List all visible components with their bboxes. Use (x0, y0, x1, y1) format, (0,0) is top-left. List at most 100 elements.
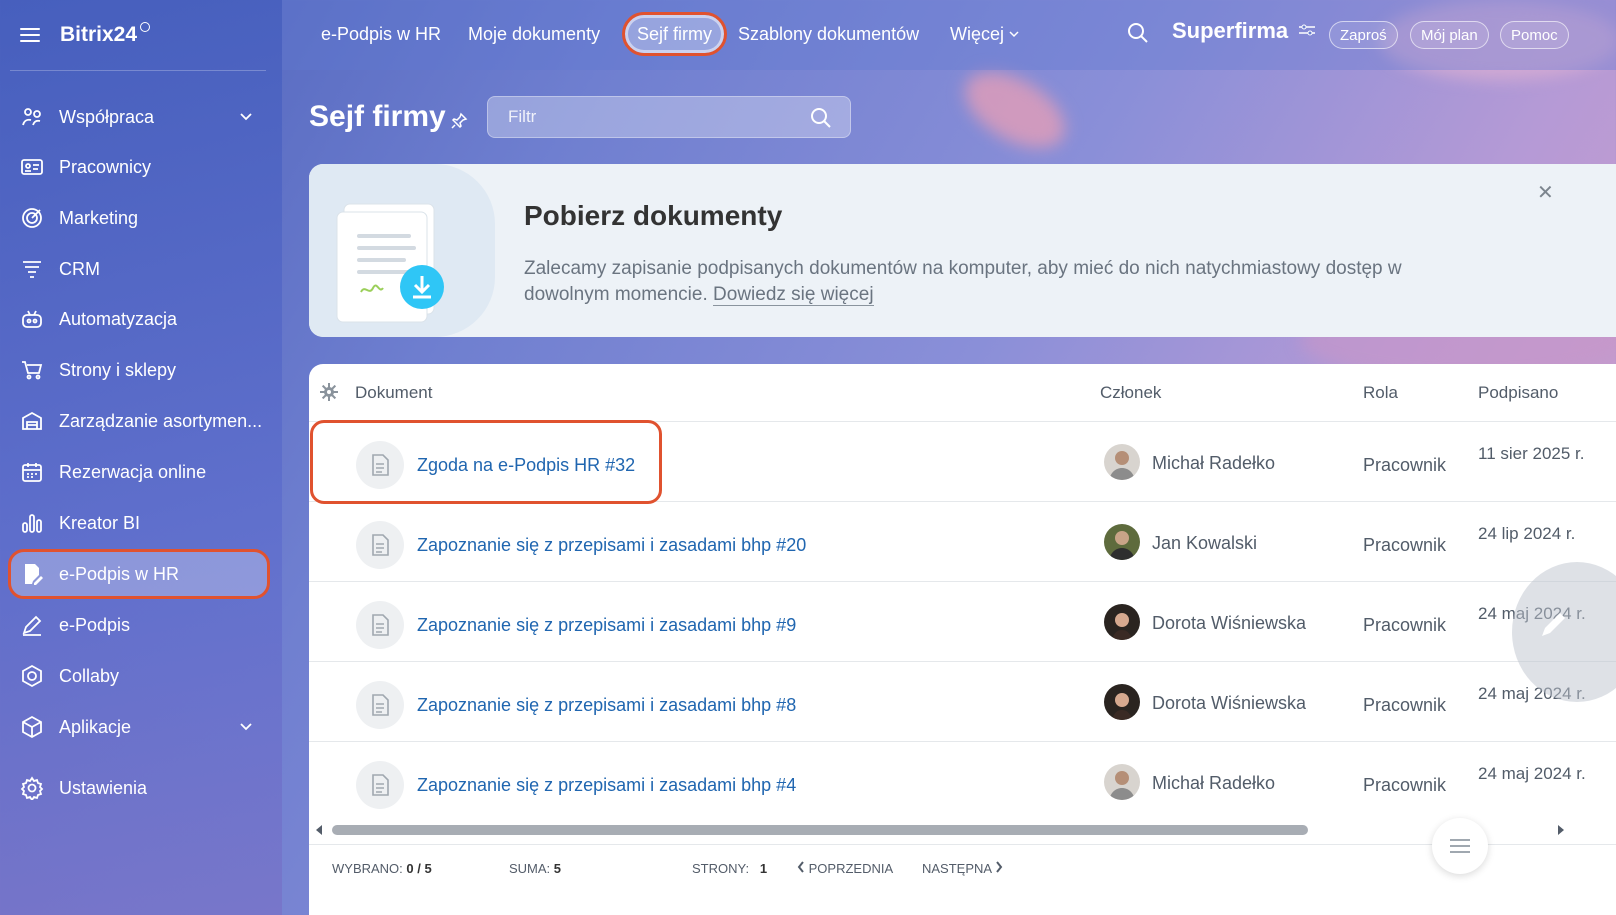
table-row[interactable]: Zapoznanie się z przepisami i zasadami b… (309, 662, 1616, 742)
search-icon[interactable] (810, 107, 832, 134)
sidebar-item-epodpis-hr[interactable]: e-Podpis w HR (8, 549, 270, 599)
filter-input[interactable] (488, 97, 850, 137)
pages-label: STRONY: (692, 861, 750, 876)
document-icon (356, 761, 404, 809)
robot-icon (19, 306, 45, 332)
invite-button[interactable]: Zaproś (1329, 21, 1398, 49)
sidebar-item-ustawienia[interactable]: Ustawienia (10, 765, 268, 811)
selected-value: 0 / 5 (406, 861, 432, 876)
role: Pracownik (1363, 695, 1447, 715)
tab-wiecej-label: Więcej (950, 23, 1005, 44)
selected-label: WYBRANO: (332, 861, 403, 876)
prev-page-button[interactable]: POPRZEDNIA (797, 861, 893, 876)
document-link[interactable]: Zapoznanie się z przepisami i zasadami b… (417, 615, 796, 636)
gear-icon[interactable] (320, 383, 338, 406)
cube-icon (19, 714, 45, 740)
sidebar-item-label: Kreator BI (59, 512, 141, 533)
tab-moje-dokumenty[interactable]: Moje dokumenty (456, 12, 612, 56)
search-icon[interactable] (1127, 22, 1149, 49)
member-name[interactable]: Michał Radełko (1152, 453, 1275, 474)
funnel-icon (19, 256, 45, 282)
close-icon[interactable]: ✕ (1537, 180, 1554, 205)
scroll-right-icon[interactable] (1556, 824, 1566, 836)
id-card-icon (19, 154, 45, 180)
role: Pracownik (1363, 775, 1447, 795)
highlight-annotation (310, 420, 662, 504)
pages-value: 1 (759, 861, 768, 876)
sidebar-item-label: Współpraca (59, 106, 155, 127)
avatar (1104, 444, 1140, 480)
menu-floating-button[interactable] (1432, 818, 1488, 874)
signed-date: 11 sier 2025 r. (1478, 444, 1585, 463)
sidebar-item-rezerwacja[interactable]: Rezerwacja online (10, 449, 268, 495)
document-link[interactable]: Zapoznanie się z przepisami i zasadami b… (417, 775, 796, 796)
sidebar-item-asortyment[interactable]: Zarządzanie asortymen... (10, 398, 268, 444)
sidebar-item-label: Ustawienia (59, 777, 148, 798)
filter-box (487, 96, 851, 138)
help-button[interactable]: Pomoc (1500, 21, 1569, 49)
total-count: SUMA: 5 (509, 861, 561, 876)
column-header-document[interactable]: Dokument (355, 383, 432, 403)
avatar (1104, 604, 1140, 640)
column-header-member[interactable]: Członek (1100, 383, 1161, 403)
tab-szablony[interactable]: Szablony dokumentów (726, 12, 931, 56)
sidebar-item-automatyzacja[interactable]: Automatyzacja (10, 296, 268, 342)
table-row[interactable]: Zapoznanie się z przepisami i zasadami b… (309, 502, 1616, 582)
sidebar-item-wspolpraca[interactable]: Współpraca (10, 94, 268, 140)
sidebar-item-crm[interactable]: CRM (10, 246, 268, 292)
scroll-left-icon[interactable] (314, 824, 324, 836)
warehouse-icon (19, 408, 45, 434)
tab-wiecej[interactable]: Więcej (938, 12, 1032, 56)
horizontal-scrollbar[interactable] (309, 822, 1616, 836)
document-link[interactable]: Zapoznanie się z przepisami i zasadami b… (417, 695, 796, 716)
column-header-signed[interactable]: Podpisano (1478, 383, 1558, 403)
download-banner: Pobierz dokumenty Zalecamy zapisanie pod… (309, 164, 1616, 337)
pin-icon[interactable] (450, 112, 468, 135)
sidebar-item-aplikacje[interactable]: Aplikacje (10, 704, 268, 750)
sidebar-item-label: e-Podpis (59, 614, 131, 635)
member-name[interactable]: Dorota Wiśniewska (1152, 613, 1306, 634)
document-icon (356, 521, 404, 569)
signed-date: 24 lip 2024 r. (1478, 524, 1576, 543)
sidebar-item-pracownicy[interactable]: Pracownicy (10, 144, 268, 190)
sidebar-item-strony[interactable]: Strony i sklepy (10, 347, 268, 393)
total-value: 5 (553, 861, 562, 876)
top-navigation: e-Podpis w HR Moje dokumenty Sejf firmy … (282, 0, 1616, 70)
page-title: Sejf firmy (309, 100, 446, 133)
document-icon (356, 601, 404, 649)
logo-row: Bitrix24 (20, 20, 151, 50)
my-plan-button[interactable]: Mój plan (1410, 21, 1489, 49)
sidebar-item-epodpis[interactable]: e-Podpis (10, 602, 268, 648)
column-header-role[interactable]: Rola (1363, 383, 1398, 403)
sidebar-item-marketing[interactable]: Marketing (10, 195, 268, 241)
member-name[interactable]: Michał Radełko (1152, 773, 1275, 794)
table-row[interactable]: Zapoznanie się z przepisami i zasadami b… (309, 582, 1616, 662)
role: Pracownik (1363, 455, 1447, 475)
table-row[interactable]: Zapoznanie się z przepisami i zasadami b… (309, 742, 1616, 822)
hexagon-icon (19, 663, 45, 689)
list-icon (1450, 839, 1470, 853)
sidebar-item-label: Zarządzanie asortymen... (59, 410, 263, 431)
sidebar-item-label: Marketing (59, 207, 139, 228)
menu-icon[interactable] (20, 28, 40, 42)
tab-epodpis-hr[interactable]: e-Podpis w HR (309, 12, 453, 56)
cart-icon (19, 357, 45, 383)
next-page-button[interactable]: NASTĘPNA (922, 861, 1003, 876)
document-link[interactable]: Zapoznanie się z przepisami i zasadami b… (417, 535, 806, 556)
target-icon (19, 205, 45, 231)
next-label: NASTĘPNA (922, 861, 992, 876)
calendar-icon (19, 459, 45, 485)
company-name[interactable]: Superfirma (1172, 18, 1316, 44)
tab-sejf-firmy[interactable]: Sejf firmy (622, 12, 728, 56)
sidebar-item-collaby[interactable]: Collaby (10, 653, 268, 699)
chevron-down-icon (1009, 31, 1019, 38)
scrollbar-thumb[interactable] (332, 825, 1308, 835)
member-name[interactable]: Dorota Wiśniewska (1152, 693, 1306, 714)
gear-icon (19, 775, 45, 801)
chevron-right-icon (996, 861, 1003, 873)
learn-more-link[interactable]: Dowiedz się więcej (713, 284, 874, 306)
sidebar-item-kreator-bi[interactable]: Kreator BI (10, 500, 268, 546)
sidebar-item-label: Strony i sklepy (59, 359, 177, 380)
logo[interactable]: Bitrix24 (60, 23, 137, 47)
member-name[interactable]: Jan Kowalski (1152, 533, 1257, 554)
